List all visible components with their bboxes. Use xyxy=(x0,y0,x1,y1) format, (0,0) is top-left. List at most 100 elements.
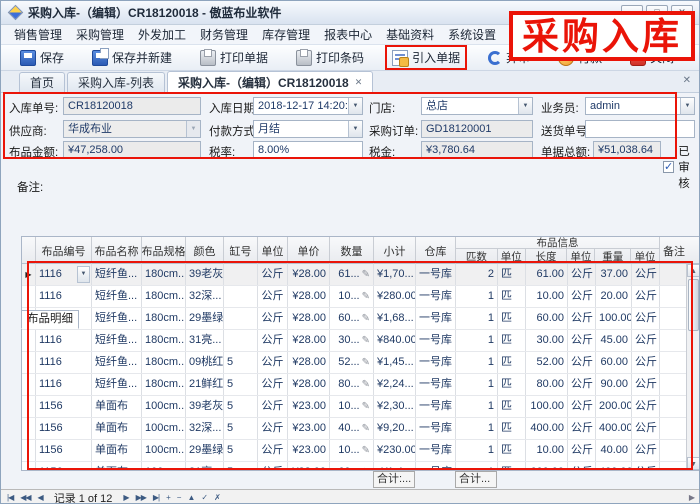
cell-14[interactable]: 400.00 xyxy=(596,418,632,439)
cell-4[interactable] xyxy=(224,286,258,307)
cell-14[interactable]: 200.00 xyxy=(596,396,632,417)
cell-7[interactable]: 10...✎ xyxy=(330,440,374,461)
cell-12[interactable]: 80.00 xyxy=(526,374,568,395)
cell-10[interactable]: 1 xyxy=(456,418,498,439)
cell-10[interactable]: 1 xyxy=(456,352,498,373)
cell-8[interactable]: ¥280.00 xyxy=(374,286,416,307)
cell-2[interactable]: 180cm... xyxy=(142,374,186,395)
pencil-icon[interactable]: ✎ xyxy=(362,269,370,280)
cell-15[interactable]: 公斤 xyxy=(632,418,660,439)
cell-15[interactable]: 公斤 xyxy=(632,374,660,395)
cell-5[interactable]: 公斤 xyxy=(258,418,288,439)
cell-11[interactable]: 匹 xyxy=(498,308,526,329)
cell-6[interactable]: ¥23.00 xyxy=(288,440,330,461)
cell-11[interactable]: 匹 xyxy=(498,440,526,461)
cell-10[interactable]: 2 xyxy=(456,264,498,285)
menu-item-3[interactable]: 财务管理 xyxy=(193,26,255,43)
dropdown-arrow-icon[interactable]: ▼ xyxy=(518,98,532,114)
grid-header-col-4[interactable]: 缸号 xyxy=(224,237,258,264)
cell-13[interactable]: 公斤 xyxy=(568,264,596,285)
cell-0[interactable]: 1116 xyxy=(36,374,92,395)
cell-7[interactable]: 10...✎ xyxy=(330,396,374,417)
cell-0[interactable]: 1116▼ xyxy=(36,264,92,285)
form-field-1-2[interactable]: GD18120001 xyxy=(421,120,533,138)
cell-15[interactable]: 公斤 xyxy=(632,352,660,373)
cell-5[interactable]: 公斤 xyxy=(258,462,288,470)
cell-14[interactable]: 40.00 xyxy=(596,440,632,461)
cell-14[interactable]: 60.00 xyxy=(596,352,632,373)
menu-item-1[interactable]: 采购管理 xyxy=(69,26,131,43)
grid-header-col-5[interactable]: 单位 xyxy=(258,237,288,264)
menu-item-5[interactable]: 报表中心 xyxy=(317,26,379,43)
grid-header-col-16[interactable]: 备注 xyxy=(660,237,688,264)
cell-4[interactable] xyxy=(224,330,258,351)
cell-9[interactable]: 一号库 xyxy=(416,440,456,461)
cell-4[interactable]: 5 xyxy=(224,418,258,439)
pencil-icon[interactable]: ✎ xyxy=(362,357,370,368)
nav-edit-button[interactable]: ▲ xyxy=(187,493,194,502)
cell-16[interactable] xyxy=(660,396,688,417)
cell-12[interactable]: 61.00 xyxy=(526,264,568,285)
cell-3[interactable]: 29墨绿 xyxy=(186,440,224,461)
cell-dropdown-icon[interactable]: ▼ xyxy=(77,266,90,283)
cell-6[interactable]: ¥23.00 xyxy=(288,396,330,417)
menu-item-2[interactable]: 外发加工 xyxy=(131,26,193,43)
import-receipt-button[interactable]: 引入单据 xyxy=(385,45,467,70)
form-field-0-3[interactable]: admin▼ xyxy=(585,97,695,115)
tab-close-icon[interactable]: ✕ xyxy=(355,77,363,88)
cell-5[interactable]: 公斤 xyxy=(258,330,288,351)
cell-1[interactable]: 单面布 xyxy=(92,396,142,417)
cell-4[interactable]: 5 xyxy=(224,352,258,373)
cell-1[interactable]: 单面布 xyxy=(92,418,142,439)
tab-detail[interactable]: 布品明细 xyxy=(21,310,79,329)
cell-6[interactable]: ¥23.00 xyxy=(288,462,330,470)
cell-2[interactable]: 100... xyxy=(142,462,186,470)
cell-9[interactable]: 一号库 xyxy=(416,462,456,470)
cell-15[interactable]: 公斤 xyxy=(632,286,660,307)
cell-7[interactable]: 80...✎ xyxy=(330,374,374,395)
cell-6[interactable]: ¥28.00 xyxy=(288,330,330,351)
cell-4[interactable]: 5 xyxy=(224,440,258,461)
grid-header-col-12[interactable]: 长度 xyxy=(526,249,568,263)
cell-14[interactable]: 45.00 xyxy=(596,330,632,351)
cell-9[interactable]: 一号库 xyxy=(416,330,456,351)
cell-8[interactable]: ¥2,24... xyxy=(374,374,416,395)
cell-14[interactable]: 400.00 xyxy=(596,462,632,470)
cell-0[interactable]: 1156 xyxy=(36,418,92,439)
cell-5[interactable]: 公斤 xyxy=(258,396,288,417)
cell-14[interactable]: 100.00 xyxy=(596,308,632,329)
cell-8[interactable]: ¥1,4... xyxy=(374,462,416,470)
cell-15[interactable]: 公斤 xyxy=(632,308,660,329)
cell-11[interactable]: 匹 xyxy=(498,352,526,373)
grid-header-col-14[interactable]: 重量 xyxy=(595,249,631,263)
cell-15[interactable]: 公斤 xyxy=(632,396,660,417)
form-field-2-1[interactable]: 8.00% xyxy=(253,141,363,159)
cell-2[interactable]: 180cm... xyxy=(142,286,186,307)
cell-9[interactable]: 一号库 xyxy=(416,374,456,395)
cell-3[interactable]: 29墨绿 xyxy=(186,308,224,329)
nav-last-button[interactable]: ▶| xyxy=(153,493,159,502)
cell-3[interactable]: 39老灰 xyxy=(186,396,224,417)
cell-10[interactable]: 1 xyxy=(456,330,498,351)
cell-3[interactable]: 31亮... xyxy=(186,462,224,470)
tab-0[interactable]: 首页 xyxy=(19,72,65,92)
cell-6[interactable]: ¥28.00 xyxy=(288,374,330,395)
cell-0[interactable]: 1116 xyxy=(36,330,92,351)
form-field-1-1[interactable]: 月结▼ xyxy=(253,120,363,138)
menu-item-0[interactable]: 销售管理 xyxy=(7,26,69,43)
nav-prev-button[interactable]: ◀ xyxy=(38,493,43,502)
cell-2[interactable]: 100cm... xyxy=(142,396,186,417)
nav-prev-page-button[interactable]: ◀◀ xyxy=(20,493,30,502)
cell-11[interactable]: 匹 xyxy=(498,418,526,439)
grid-header-col-11[interactable]: 单位 xyxy=(498,249,526,263)
cell-7[interactable]: 52...✎ xyxy=(330,352,374,373)
print-barcode-button[interactable]: 打印条码 xyxy=(289,45,371,70)
cell-13[interactable]: 公斤 xyxy=(568,440,596,461)
grid-header-col-15[interactable]: 单位 xyxy=(631,249,659,263)
grid-header-col-9[interactable]: 仓库 xyxy=(416,237,456,264)
cell-12[interactable]: 10.00 xyxy=(526,286,568,307)
cell-2[interactable]: 100cm... xyxy=(142,440,186,461)
cell-9[interactable]: 一号库 xyxy=(416,264,456,285)
grid-header-col-7[interactable]: 数量 xyxy=(330,237,374,264)
cell-5[interactable]: 公斤 xyxy=(258,286,288,307)
